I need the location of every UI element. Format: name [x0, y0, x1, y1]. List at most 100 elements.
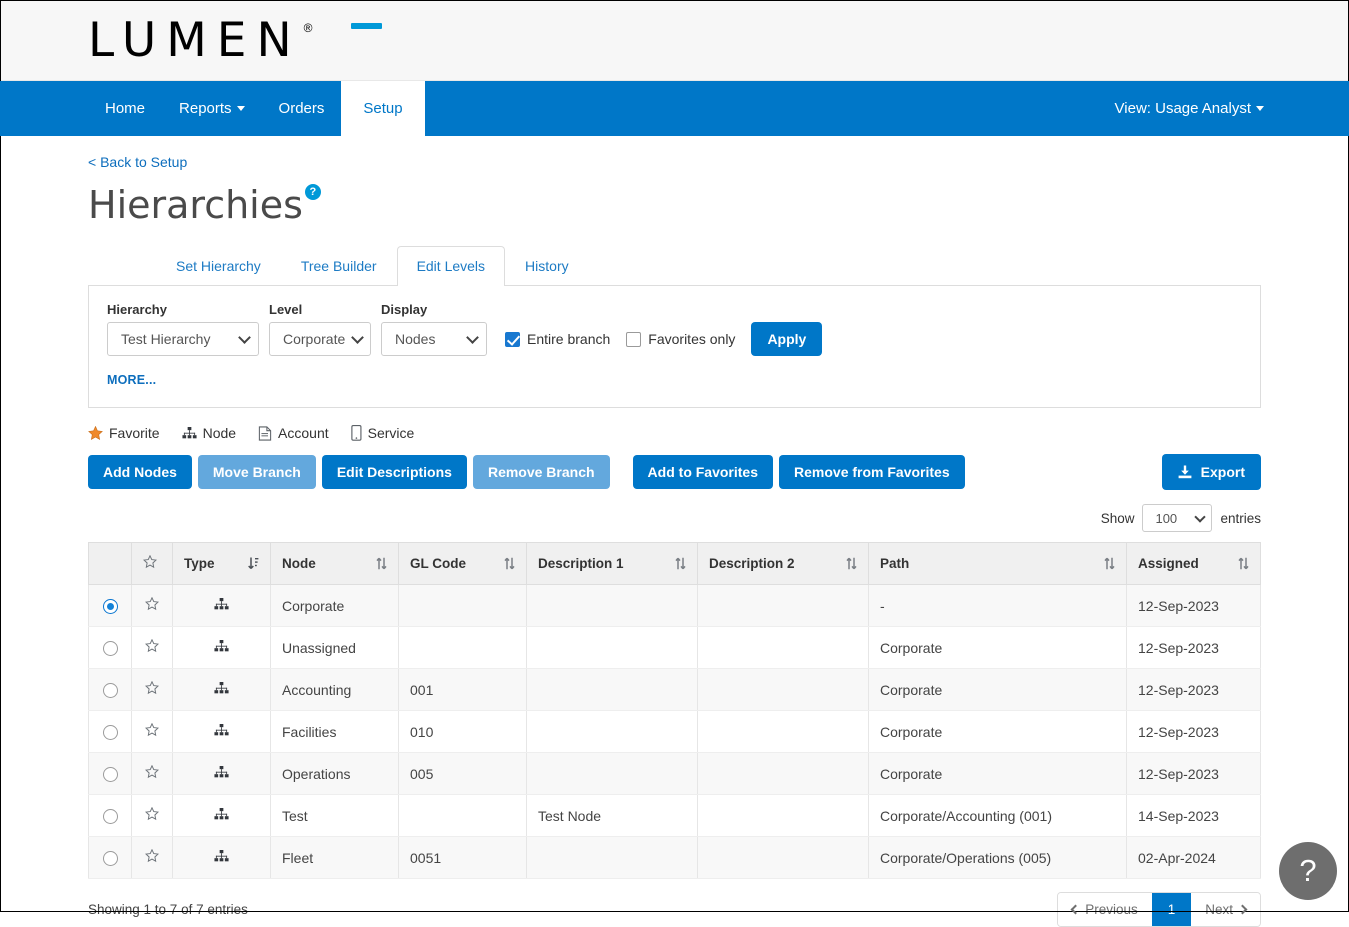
star-icon[interactable]	[145, 849, 159, 863]
column-header-node[interactable]: Node	[271, 543, 399, 585]
export-label: Export	[1201, 464, 1245, 480]
table-row[interactable]: Operations005Corporate12-Sep-2023	[89, 753, 1261, 795]
more-link[interactable]: MORE...	[107, 373, 156, 387]
row-select-cell[interactable]	[89, 711, 132, 753]
add-nodes-button[interactable]: Add Nodes	[88, 455, 192, 489]
page-button-1[interactable]: 1	[1152, 893, 1192, 926]
row-node-cell: Facilities	[271, 711, 399, 753]
favorites-only-checkbox[interactable]	[626, 332, 641, 347]
sort-icon	[504, 557, 515, 570]
row-select-cell[interactable]	[89, 795, 132, 837]
apply-button[interactable]: Apply	[751, 322, 822, 356]
table-row[interactable]: TestTest NodeCorporate/Accounting (001)1…	[89, 795, 1261, 837]
column-header-type[interactable]: Type	[173, 543, 271, 585]
row-description2-cell	[698, 837, 869, 879]
column-header-path[interactable]: Path	[869, 543, 1127, 585]
row-path-cell: Corporate	[869, 753, 1127, 795]
row-favorite-cell[interactable]	[132, 627, 173, 669]
star-icon[interactable]	[145, 807, 159, 821]
row-type-cell	[173, 585, 271, 627]
row-description1-cell: Test Node	[527, 795, 698, 837]
chevron-down-icon	[1256, 106, 1264, 111]
row-select-cell[interactable]	[89, 627, 132, 669]
row-assigned-cell: 12-Sep-2023	[1127, 753, 1261, 795]
table-row[interactable]: Accounting001Corporate12-Sep-2023	[89, 669, 1261, 711]
next-page-button[interactable]: Next	[1191, 893, 1260, 926]
row-favorite-cell[interactable]	[132, 837, 173, 879]
remove-branch-button[interactable]: Remove Branch	[473, 455, 610, 489]
level-select[interactable]: Corporate	[269, 322, 371, 356]
nav-item-setup[interactable]: Setup	[341, 81, 424, 136]
display-select[interactable]: Nodes	[381, 322, 487, 356]
sitemap-icon	[214, 640, 229, 653]
nav-item-label: Setup	[363, 100, 402, 117]
row-select-cell[interactable]	[89, 669, 132, 711]
sitemap-icon	[214, 766, 229, 779]
table-row[interactable]: UnassignedCorporate12-Sep-2023	[89, 627, 1261, 669]
star-icon[interactable]	[145, 723, 159, 737]
star-icon	[88, 426, 103, 441]
mobile-device-icon	[351, 425, 362, 441]
help-question-icon[interactable]: ?	[305, 184, 321, 200]
add-to-favorites-button[interactable]: Add to Favorites	[633, 455, 773, 489]
row-select-cell[interactable]	[89, 585, 132, 627]
star-icon[interactable]	[145, 639, 159, 653]
column-header-assigned[interactable]: Assigned	[1127, 543, 1261, 585]
row-favorite-cell[interactable]	[132, 669, 173, 711]
star-icon[interactable]	[145, 765, 159, 779]
tab-set-hierarchy[interactable]: Set Hierarchy	[156, 246, 281, 285]
nav-item-orders[interactable]: Orders	[262, 81, 342, 136]
nav-item-reports[interactable]: Reports	[162, 81, 262, 136]
page-title: Hierarchies	[88, 186, 303, 224]
remove-from-favorites-button[interactable]: Remove from Favorites	[779, 455, 965, 489]
column-header-description2[interactable]: Description 2	[698, 543, 869, 585]
favorites-only-label[interactable]: Favorites only	[648, 331, 735, 347]
star-icon[interactable]	[145, 597, 159, 611]
nav-item-home[interactable]: Home	[88, 81, 162, 136]
row-description1-cell	[527, 753, 698, 795]
row-radio-button[interactable]	[103, 683, 118, 698]
row-radio-button[interactable]	[103, 599, 118, 614]
table-row[interactable]: Facilities010Corporate12-Sep-2023	[89, 711, 1261, 753]
lumen-logo[interactable]: LUMEN ®	[88, 17, 313, 64]
entries-per-page-select[interactable]: 100	[1142, 504, 1212, 532]
export-button[interactable]: Export	[1162, 454, 1261, 490]
view-selector[interactable]: View: Usage Analyst	[1115, 81, 1349, 136]
row-favorite-cell[interactable]	[132, 711, 173, 753]
table-row[interactable]: Fleet0051Corporate/Operations (005)02-Ap…	[89, 837, 1261, 879]
row-radio-button[interactable]	[103, 851, 118, 866]
back-to-setup-link[interactable]: < Back to Setup	[88, 154, 187, 170]
next-label: Next	[1205, 902, 1233, 917]
row-gl-code-cell: 010	[399, 711, 527, 753]
tab-history[interactable]: History	[505, 246, 589, 285]
star-icon[interactable]	[145, 681, 159, 695]
sitemap-icon	[214, 682, 229, 695]
row-radio-button[interactable]	[103, 725, 118, 740]
hierarchy-select[interactable]: Test Hierarchy	[107, 322, 259, 356]
edit-descriptions-button[interactable]: Edit Descriptions	[322, 455, 467, 489]
row-radio-button[interactable]	[103, 809, 118, 824]
row-radio-button[interactable]	[103, 641, 118, 656]
column-header-favorite[interactable]	[132, 543, 173, 585]
row-select-cell[interactable]	[89, 837, 132, 879]
tab-tree-builder[interactable]: Tree Builder	[281, 246, 397, 285]
row-description2-cell	[698, 627, 869, 669]
column-header-gl-code[interactable]: GL Code	[399, 543, 527, 585]
column-header-description1[interactable]: Description 1	[527, 543, 698, 585]
row-select-cell[interactable]	[89, 753, 132, 795]
sitemap-icon	[182, 427, 197, 440]
row-favorite-cell[interactable]	[132, 585, 173, 627]
entire-branch-checkbox[interactable]	[505, 332, 520, 347]
help-floating-button[interactable]: ?	[1279, 842, 1337, 900]
previous-page-button[interactable]: Previous	[1058, 893, 1152, 926]
chevron-down-icon	[351, 331, 364, 344]
row-radio-button[interactable]	[103, 767, 118, 782]
tab-edit-levels[interactable]: Edit Levels	[397, 246, 505, 286]
previous-label: Previous	[1085, 902, 1138, 917]
move-branch-button[interactable]: Move Branch	[198, 455, 316, 489]
entire-branch-label[interactable]: Entire branch	[527, 331, 610, 347]
row-description2-cell	[698, 711, 869, 753]
row-favorite-cell[interactable]	[132, 795, 173, 837]
table-row[interactable]: Corporate-12-Sep-2023	[89, 585, 1261, 627]
row-favorite-cell[interactable]	[132, 753, 173, 795]
